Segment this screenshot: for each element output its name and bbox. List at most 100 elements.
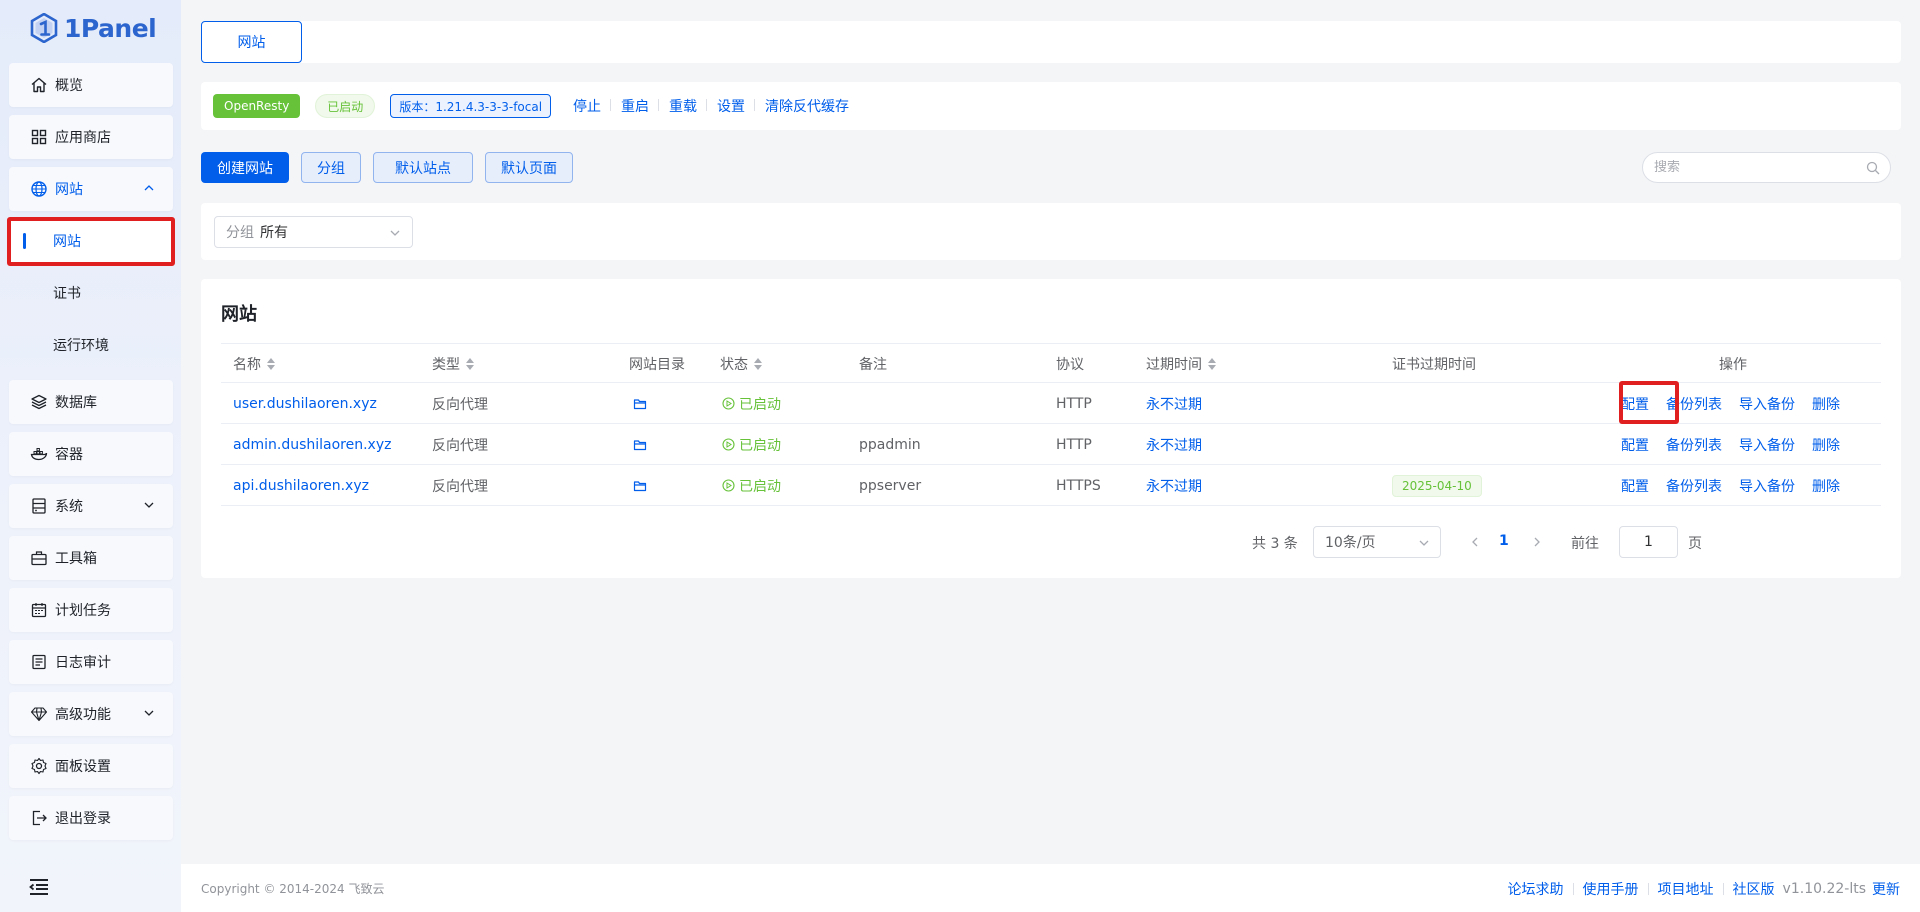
logo[interactable]: 1Panel: [30, 12, 157, 44]
column-header-expire[interactable]: 过期时间: [1146, 344, 1216, 384]
site-remark: ppserver: [859, 477, 922, 494]
tab-bar: 网站: [201, 21, 1901, 63]
chevron-down-icon: [1419, 540, 1429, 546]
chevron-left-icon[interactable]: [1469, 535, 1481, 549]
column-header-name[interactable]: 名称: [233, 344, 275, 384]
sidebar-subitem-certificate[interactable]: 证书: [9, 271, 173, 315]
clear-proxy-cache-button[interactable]: 清除反代缓存: [754, 96, 849, 116]
sidebar-subitem-website[interactable]: 网站: [9, 219, 173, 263]
forum-link[interactable]: 论坛求助: [1508, 879, 1564, 899]
divider: [1647, 883, 1649, 895]
site-expire-link[interactable]: 永不过期: [1146, 424, 1202, 465]
settings-button[interactable]: 设置: [706, 96, 745, 116]
default-site-button[interactable]: 默认站点: [373, 152, 473, 183]
app-name-badge: OpenResty: [213, 94, 301, 118]
group-select-value: 所有: [260, 225, 288, 241]
sidebar-item-toolbox[interactable]: 工具箱: [9, 536, 173, 580]
sort-icon[interactable]: [754, 358, 762, 370]
sidebar-item-overview[interactable]: 概览: [9, 63, 173, 107]
sidebar-item-panel-settings[interactable]: 面板设置: [9, 744, 173, 788]
restart-button[interactable]: 重启: [610, 96, 649, 116]
sidebar-item-appstore[interactable]: 应用商店: [9, 115, 173, 159]
site-name-link[interactable]: admin.dushilaoren.xyz: [233, 424, 391, 465]
site-protocol: HTTP: [1056, 395, 1092, 412]
group-button[interactable]: 分组: [301, 152, 361, 183]
tab-website[interactable]: 网站: [201, 21, 302, 63]
backup-list-button[interactable]: 备份列表: [1666, 394, 1722, 414]
stop-button[interactable]: 停止: [573, 96, 601, 116]
goto-page-input[interactable]: [1619, 526, 1678, 558]
site-expire-link[interactable]: 永不过期: [1146, 383, 1202, 424]
import-backup-button[interactable]: 导入备份: [1739, 435, 1795, 455]
toolbar: 创建网站 分组 默认站点 默认页面: [201, 152, 1901, 183]
config-button[interactable]: 配置: [1621, 435, 1649, 455]
table-row: admin.dushilaoren.xyz 反向代理 已启动 ppadmin H…: [221, 424, 1881, 465]
sidebar-item-log-audit[interactable]: 日志审计: [9, 640, 173, 684]
delete-button[interactable]: 删除: [1812, 394, 1840, 414]
sidebar-item-cron[interactable]: 计划任务: [9, 588, 173, 632]
edition-link[interactable]: 社区版: [1733, 879, 1775, 899]
folder-icon[interactable]: [633, 383, 647, 424]
sidebar-item-label: 退出登录: [55, 811, 111, 827]
sidebar-subitem-label: 运行环境: [53, 338, 109, 354]
sidebar-item-label: 容器: [55, 447, 83, 463]
update-link[interactable]: 更新: [1872, 879, 1900, 899]
group-select[interactable]: 分组 所有: [214, 216, 413, 248]
sidebar-item-label: 数据库: [55, 395, 97, 411]
sidebar-item-advanced[interactable]: 高级功能: [9, 692, 173, 736]
site-name-link[interactable]: user.dushilaoren.xyz: [233, 383, 377, 424]
project-link[interactable]: 项目地址: [1658, 879, 1714, 899]
config-button[interactable]: 配置: [1621, 476, 1649, 496]
sidebar-item-label: 日志审计: [55, 655, 111, 671]
filter-bar: 分组 所有: [201, 203, 1901, 260]
sidebar-item-logout[interactable]: 退出登录: [9, 796, 173, 840]
play-circle-icon: [722, 479, 735, 492]
column-header-status[interactable]: 状态: [720, 344, 762, 384]
table-header: 名称 类型 网站目录 状态 备注 协议 过期时间 证书过期时间 操作: [221, 343, 1881, 383]
sidebar-item-system[interactable]: 系统: [9, 484, 173, 528]
sort-icon[interactable]: [267, 358, 275, 370]
pagination: 共 3 条 10条/页 1 前往 页: [221, 526, 1901, 558]
sort-icon[interactable]: [466, 358, 474, 370]
table-row: user.dushilaoren.xyz 反向代理 已启动 HTTP 永不过期 …: [221, 383, 1881, 424]
sidebar-subitem-runtime[interactable]: 运行环境: [9, 323, 173, 367]
search-input[interactable]: [1654, 160, 1854, 175]
folder-icon[interactable]: [633, 424, 647, 465]
create-website-button[interactable]: 创建网站: [201, 152, 289, 183]
delete-button[interactable]: 删除: [1812, 435, 1840, 455]
main-content: 网站 OpenResty 已启动 版本：1.21.4.3-3-3-focal 停…: [181, 0, 1920, 912]
site-expire-link[interactable]: 永不过期: [1146, 465, 1202, 506]
config-button[interactable]: 配置: [1621, 394, 1649, 414]
delete-button[interactable]: 删除: [1812, 476, 1840, 496]
page-unit-label: 页: [1688, 536, 1702, 552]
diamond-icon: [30, 705, 48, 723]
backup-list-button[interactable]: 备份列表: [1666, 476, 1722, 496]
sidebar-item-database[interactable]: 数据库: [9, 380, 173, 424]
import-backup-button[interactable]: 导入备份: [1739, 476, 1795, 496]
toolbox-icon: [30, 549, 48, 567]
chevron-right-icon[interactable]: [1531, 535, 1543, 549]
manual-link[interactable]: 使用手册: [1583, 879, 1639, 899]
version-label: v1.10.22-lts: [1782, 881, 1866, 897]
site-status[interactable]: 已启动: [722, 383, 781, 424]
sort-icon[interactable]: [1208, 358, 1216, 370]
column-header-type[interactable]: 类型: [432, 344, 474, 384]
site-status[interactable]: 已启动: [722, 465, 781, 506]
site-status[interactable]: 已启动: [722, 424, 781, 465]
page-number[interactable]: 1: [1499, 533, 1509, 549]
collapse-menu-icon[interactable]: [28, 878, 50, 896]
import-backup-button[interactable]: 导入备份: [1739, 394, 1795, 414]
folder-icon[interactable]: [633, 465, 647, 506]
cert-expire-badge: 2025-04-10: [1392, 474, 1482, 497]
reload-button[interactable]: 重载: [658, 96, 697, 116]
page-size-select[interactable]: 10条/页: [1313, 526, 1441, 558]
site-name-link[interactable]: api.dushilaoren.xyz: [233, 465, 369, 506]
column-header-directory: 网站目录: [629, 357, 685, 373]
sidebar-item-label: 计划任务: [55, 603, 111, 619]
sidebar-item-website[interactable]: 网站: [9, 167, 173, 211]
search-icon[interactable]: [1866, 161, 1880, 175]
website-table: 名称 类型 网站目录 状态 备注 协议 过期时间 证书过期时间 操作 user.…: [221, 343, 1881, 506]
sidebar-item-container[interactable]: 容器: [9, 432, 173, 476]
backup-list-button[interactable]: 备份列表: [1666, 435, 1722, 455]
default-page-button[interactable]: 默认页面: [485, 152, 573, 183]
